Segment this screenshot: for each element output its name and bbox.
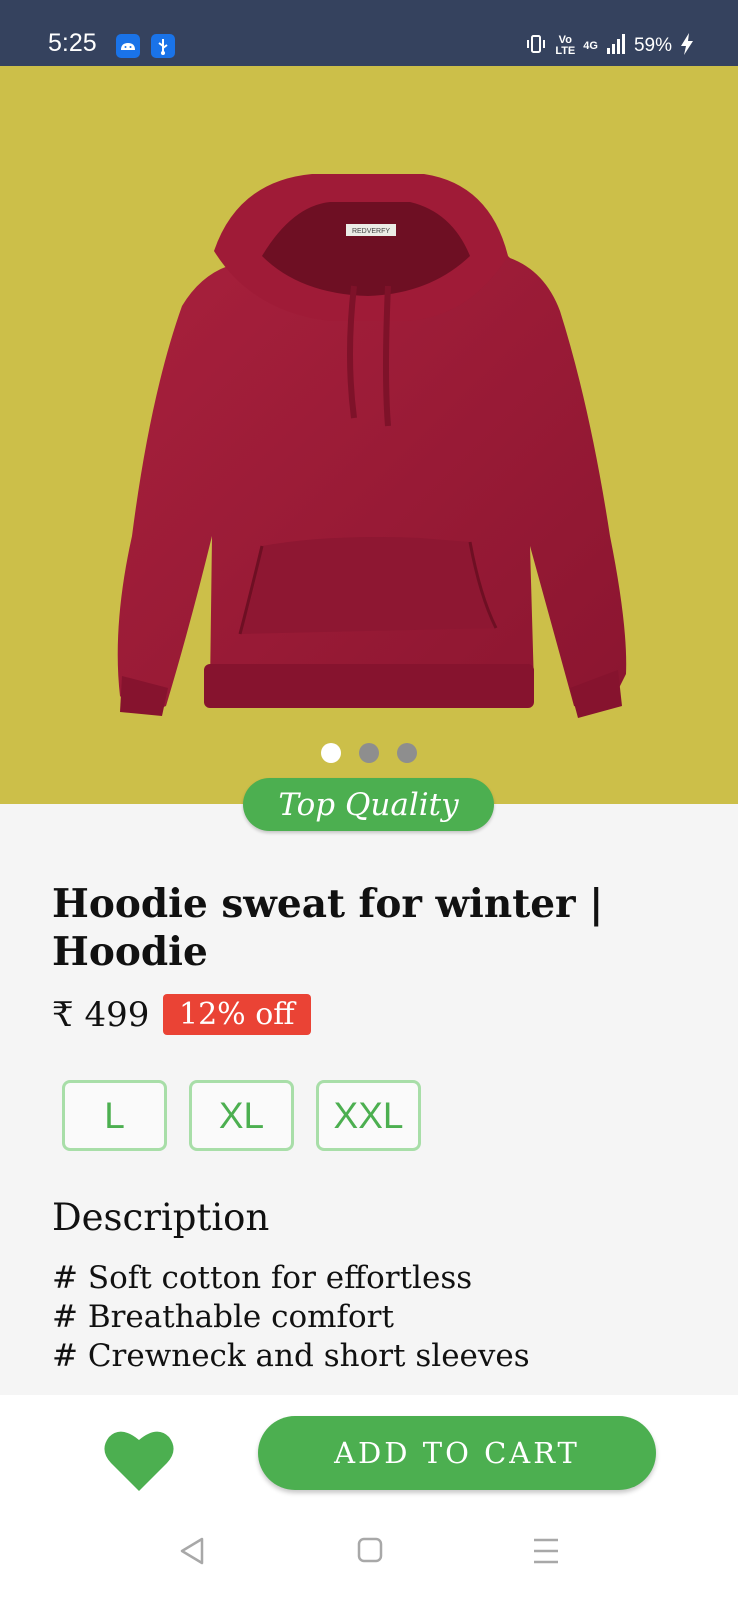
heart-icon[interactable]: [103, 1428, 175, 1498]
size-option-xxl[interactable]: XXL: [316, 1080, 421, 1151]
description-text: # Soft cotton for effortless # Breathabl…: [52, 1259, 530, 1376]
size-option-xl[interactable]: XL: [189, 1080, 294, 1151]
carousel-dot[interactable]: [397, 743, 417, 763]
product-image-carousel[interactable]: REDVERFY: [0, 66, 738, 804]
status-time: 5:25: [48, 29, 97, 57]
product-title: Hoodie sweat for winter | Hoodie: [52, 880, 692, 976]
back-icon[interactable]: [178, 1536, 206, 1570]
discount-badge: 12% off: [163, 994, 311, 1035]
volte-indicator: Vo LTE: [555, 34, 576, 57]
status-indicators: Vo LTE 4G 59%: [525, 32, 694, 61]
status-bar: 5:25 Vo LTE 4G 59%: [0, 0, 738, 66]
product-price: ₹ 499: [52, 995, 150, 1035]
android-icon: [116, 34, 140, 58]
carousel-indicator: [0, 743, 738, 763]
size-selector: L XL XXL: [62, 1080, 421, 1151]
product-title-line: Hoodie sweat for winter |: [52, 881, 604, 927]
description-line: # Breathable comfort: [52, 1299, 394, 1335]
add-to-cart-button[interactable]: ADD TO CART: [258, 1416, 656, 1490]
signal-icon: [606, 33, 626, 60]
battery-level: 59%: [633, 35, 672, 56]
menu-icon[interactable]: [532, 1536, 560, 1570]
home-icon[interactable]: [356, 1536, 384, 1570]
vibrate-icon: [525, 33, 547, 60]
hoodie-brand-label: REDVERFY: [352, 228, 390, 235]
quality-badge: Top Quality: [243, 778, 494, 831]
product-title-line: Hoodie: [52, 929, 208, 975]
usb-icon: [151, 34, 175, 58]
description-line: # Soft cotton for effortless: [52, 1260, 473, 1296]
charging-icon: [680, 32, 694, 61]
carousel-dot[interactable]: [359, 743, 379, 763]
size-option-l[interactable]: L: [62, 1080, 167, 1151]
network-type: 4G: [583, 39, 598, 52]
carousel-dot[interactable]: [321, 743, 341, 763]
description-heading: Description: [52, 1196, 270, 1239]
description-line: # Crewneck and short sleeves: [52, 1338, 530, 1374]
hoodie-image: REDVERFY: [117, 174, 627, 718]
